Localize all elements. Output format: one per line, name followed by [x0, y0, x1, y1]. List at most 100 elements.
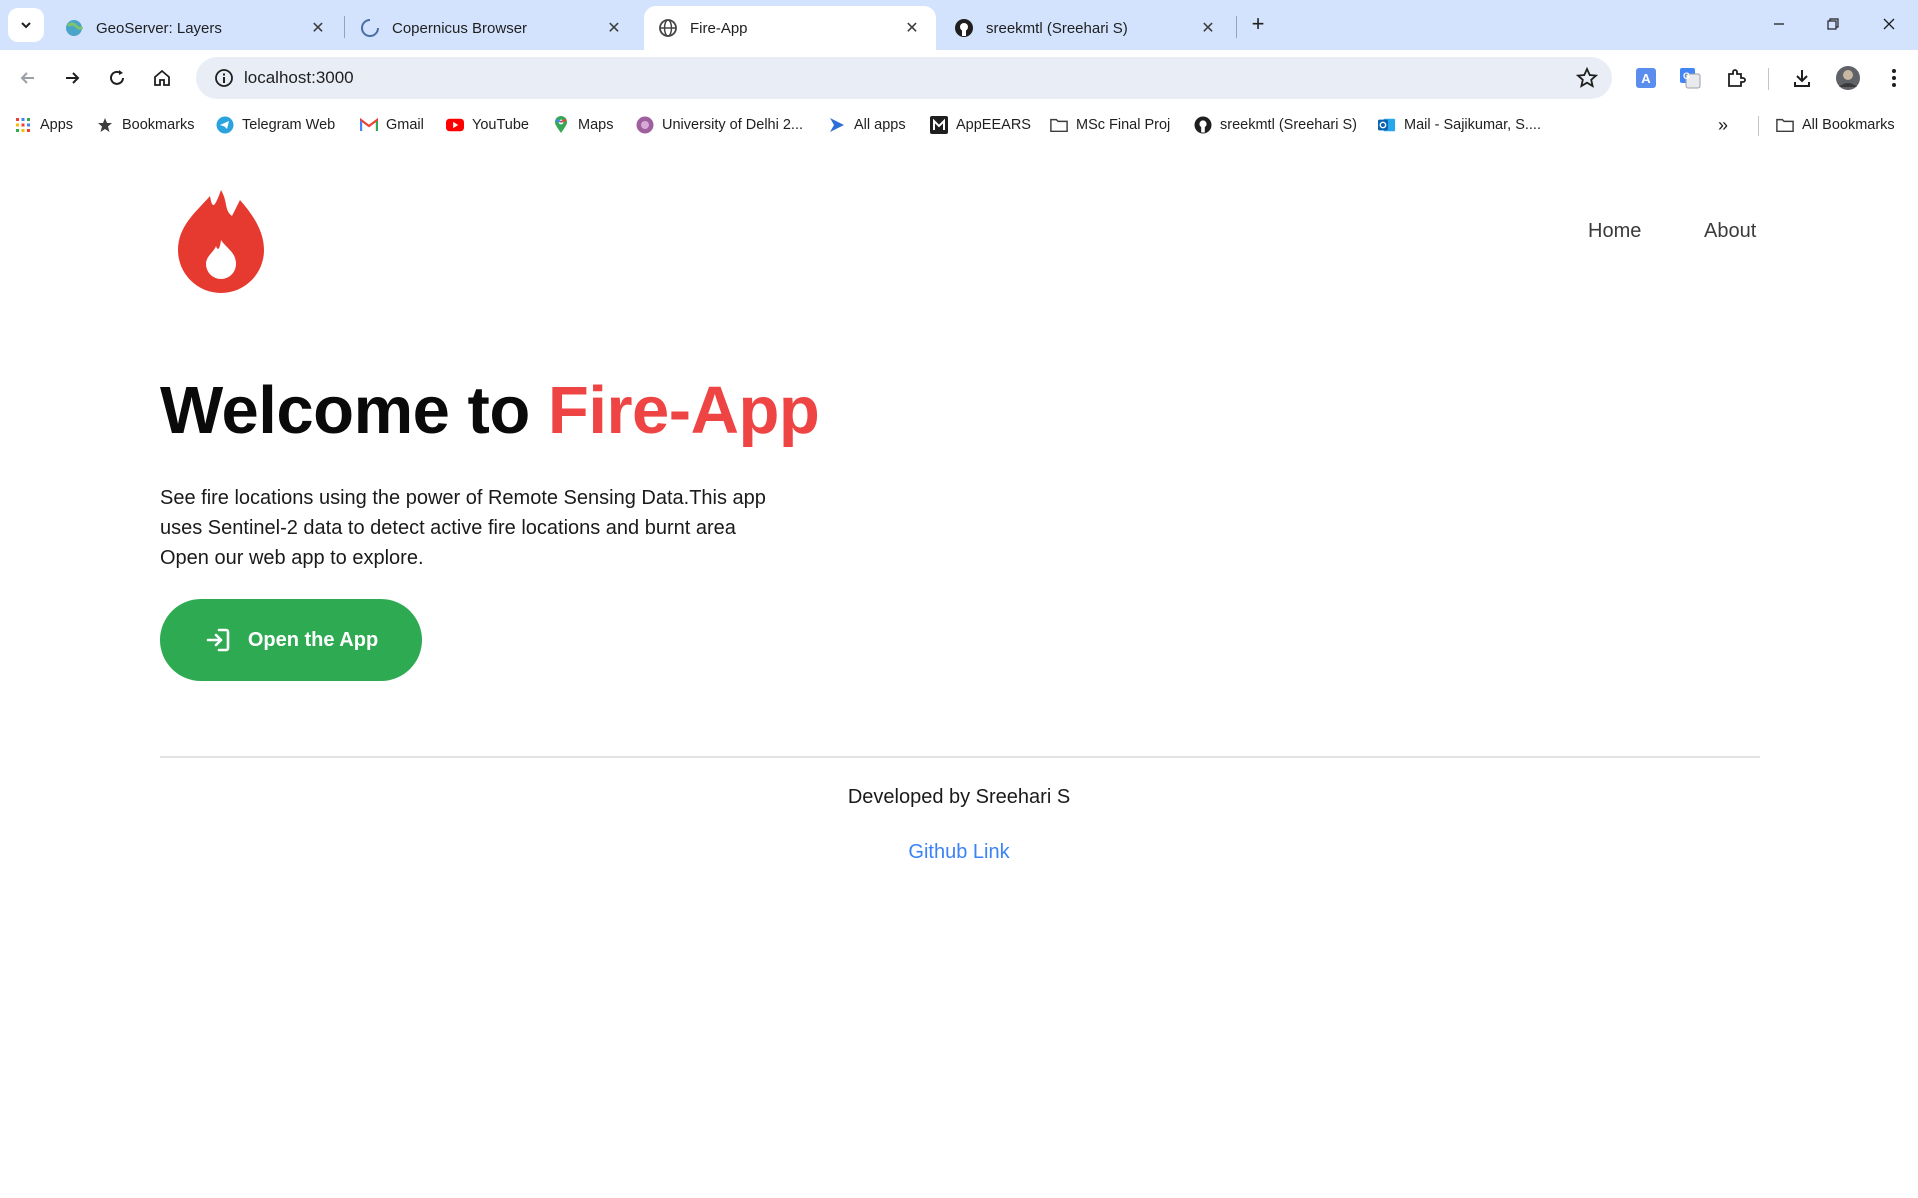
folder-icon: [1050, 116, 1068, 134]
bookmark-label: University of Delhi 2...: [662, 117, 804, 133]
bookmark-label: Telegram Web: [242, 117, 336, 133]
outlook-icon: [1378, 116, 1396, 134]
telegram-icon: [216, 116, 234, 134]
tab-separator: [1236, 16, 1237, 38]
bookmark-bookmarks[interactable]: Bookmarks: [96, 114, 195, 136]
tab-copernicus[interactable]: Copernicus Browser ✕: [346, 6, 638, 50]
tab-title: sreekmtl (Sreehari S): [986, 19, 1128, 37]
hero-title: Welcome to Fire-App: [160, 372, 820, 449]
open-app-label: Open the App: [247, 628, 379, 651]
profile-avatar[interactable]: [1834, 64, 1862, 92]
new-tab-button[interactable]: +: [1244, 10, 1272, 38]
bookmarks-overflow-button[interactable]: »: [1718, 114, 1728, 136]
tab-fire-app[interactable]: Fire-App ✕: [644, 6, 936, 50]
open-app-button[interactable]: Open the App: [160, 599, 422, 681]
home-button[interactable]: [146, 62, 178, 94]
footer-credit: Developed by Sreehari S: [847, 786, 1071, 808]
arrow-right-icon: [66, 72, 80, 84]
extension-translate-a-icon[interactable]: A: [1632, 64, 1660, 92]
github-icon: [1194, 116, 1212, 134]
bookmark-maps[interactable]: Maps: [552, 114, 613, 136]
bookmark-label: Bookmarks: [122, 117, 195, 133]
youtube-icon: [446, 116, 464, 134]
bookmark-mail[interactable]: Mail - Sajikumar, S....: [1378, 114, 1541, 136]
bookmark-label: Mail - Sajikumar, S....: [1404, 117, 1541, 133]
bookmark-university[interactable]: University of Delhi 2...: [636, 114, 803, 136]
geoserver-icon: [64, 18, 84, 38]
minimize-button[interactable]: [1756, 8, 1802, 40]
bookmark-label: YouTube: [472, 117, 529, 133]
tab-search-button[interactable]: [8, 8, 44, 42]
bookmark-apps[interactable]: Apps: [14, 114, 73, 136]
svg-text:G: G: [1683, 71, 1690, 81]
browser-toolbar: localhost:3000 A G: [0, 50, 1918, 108]
google-translate-icon[interactable]: G: [1676, 64, 1704, 92]
chevron-down-icon: [21, 22, 31, 29]
bookmark-all-apps[interactable]: All apps: [828, 114, 906, 136]
nav-about-link[interactable]: About: [1704, 220, 1756, 243]
appeears-icon: [930, 116, 948, 134]
tab-close-icon[interactable]: ✕: [604, 18, 624, 38]
apps-grid-icon: [14, 116, 32, 134]
site-info-icon[interactable]: [204, 57, 244, 99]
university-icon: [636, 116, 654, 134]
bookmark-telegram[interactable]: Telegram Web: [216, 114, 335, 136]
tab-close-icon[interactable]: ✕: [1198, 18, 1218, 38]
bookmarks-bar: Apps Bookmarks Telegram Web Gmail YouTub…: [0, 108, 1918, 142]
menu-kebab-icon[interactable]: [1880, 64, 1908, 92]
url-text[interactable]: localhost:3000: [244, 68, 354, 88]
arrow-left-icon: [20, 72, 34, 84]
tab-close-icon[interactable]: ✕: [902, 18, 922, 38]
all-apps-icon: [828, 116, 846, 134]
bookmark-gmail[interactable]: Gmail: [360, 114, 424, 136]
tab-title: Copernicus Browser: [392, 19, 528, 37]
forward-button[interactable]: [56, 62, 88, 94]
reload-icon: [110, 70, 124, 85]
tab-close-icon[interactable]: ✕: [308, 18, 328, 38]
fire-logo-icon[interactable]: [174, 186, 268, 294]
download-icon[interactable]: [1788, 64, 1816, 92]
bookmark-youtube[interactable]: YouTube: [446, 114, 529, 136]
bookmark-label: sreekmtl (Sreehari S): [1220, 117, 1357, 133]
hero-description-line: See fire locations using the power of Re…: [160, 487, 766, 509]
bookmark-appeears[interactable]: AppEEARS: [930, 114, 1031, 136]
minimize-icon: [1774, 23, 1784, 25]
bookmark-msc-final-proj[interactable]: MSc Final Proj: [1050, 114, 1170, 136]
footer-divider: [160, 756, 1760, 758]
close-window-button[interactable]: [1866, 8, 1912, 40]
back-button[interactable]: [12, 62, 44, 94]
reload-button[interactable]: [101, 62, 133, 94]
bookmark-label: MSc Final Proj: [1076, 117, 1171, 133]
star-icon: [96, 116, 114, 134]
bookmarks-divider: [1758, 116, 1759, 136]
tab-github[interactable]: sreekmtl (Sreehari S) ✕: [940, 6, 1232, 50]
bookmark-label: Maps: [578, 117, 614, 133]
extensions-puzzle-icon[interactable]: [1722, 64, 1750, 92]
svg-text:A: A: [1641, 71, 1651, 86]
nav-home-link[interactable]: Home: [1588, 220, 1641, 243]
login-arrow-icon: [204, 626, 232, 654]
restore-button[interactable]: [1810, 8, 1856, 40]
github-link-text[interactable]: Github Link: [908, 841, 1009, 863]
github-icon: [954, 18, 974, 38]
tab-separator: [344, 16, 345, 38]
address-bar[interactable]: localhost:3000: [196, 57, 1612, 99]
bookmark-star-icon[interactable]: [1575, 66, 1599, 94]
gmail-icon: [360, 116, 378, 134]
bookmark-github[interactable]: sreekmtl (Sreehari S): [1194, 114, 1357, 136]
loading-spinner-icon: [360, 18, 380, 38]
globe-icon: [658, 18, 678, 38]
tab-geoserver[interactable]: GeoServer: Layers ✕: [50, 6, 342, 50]
bookmark-all-bookmarks[interactable]: All Bookmarks: [1776, 114, 1895, 136]
home-icon: [154, 69, 170, 86]
bookmark-label: All apps: [854, 117, 906, 133]
bookmark-label: Apps: [40, 117, 74, 133]
close-icon: [1883, 18, 1895, 30]
maps-pin-icon: [552, 116, 570, 134]
folder-icon: [1776, 116, 1794, 134]
restore-icon: [1827, 18, 1839, 30]
hero-title-accent: Fire-App: [547, 373, 820, 448]
toolbar-divider: [1768, 68, 1769, 90]
bookmark-label: Gmail: [386, 117, 424, 133]
bookmark-label: AppEEARS: [956, 117, 1031, 133]
